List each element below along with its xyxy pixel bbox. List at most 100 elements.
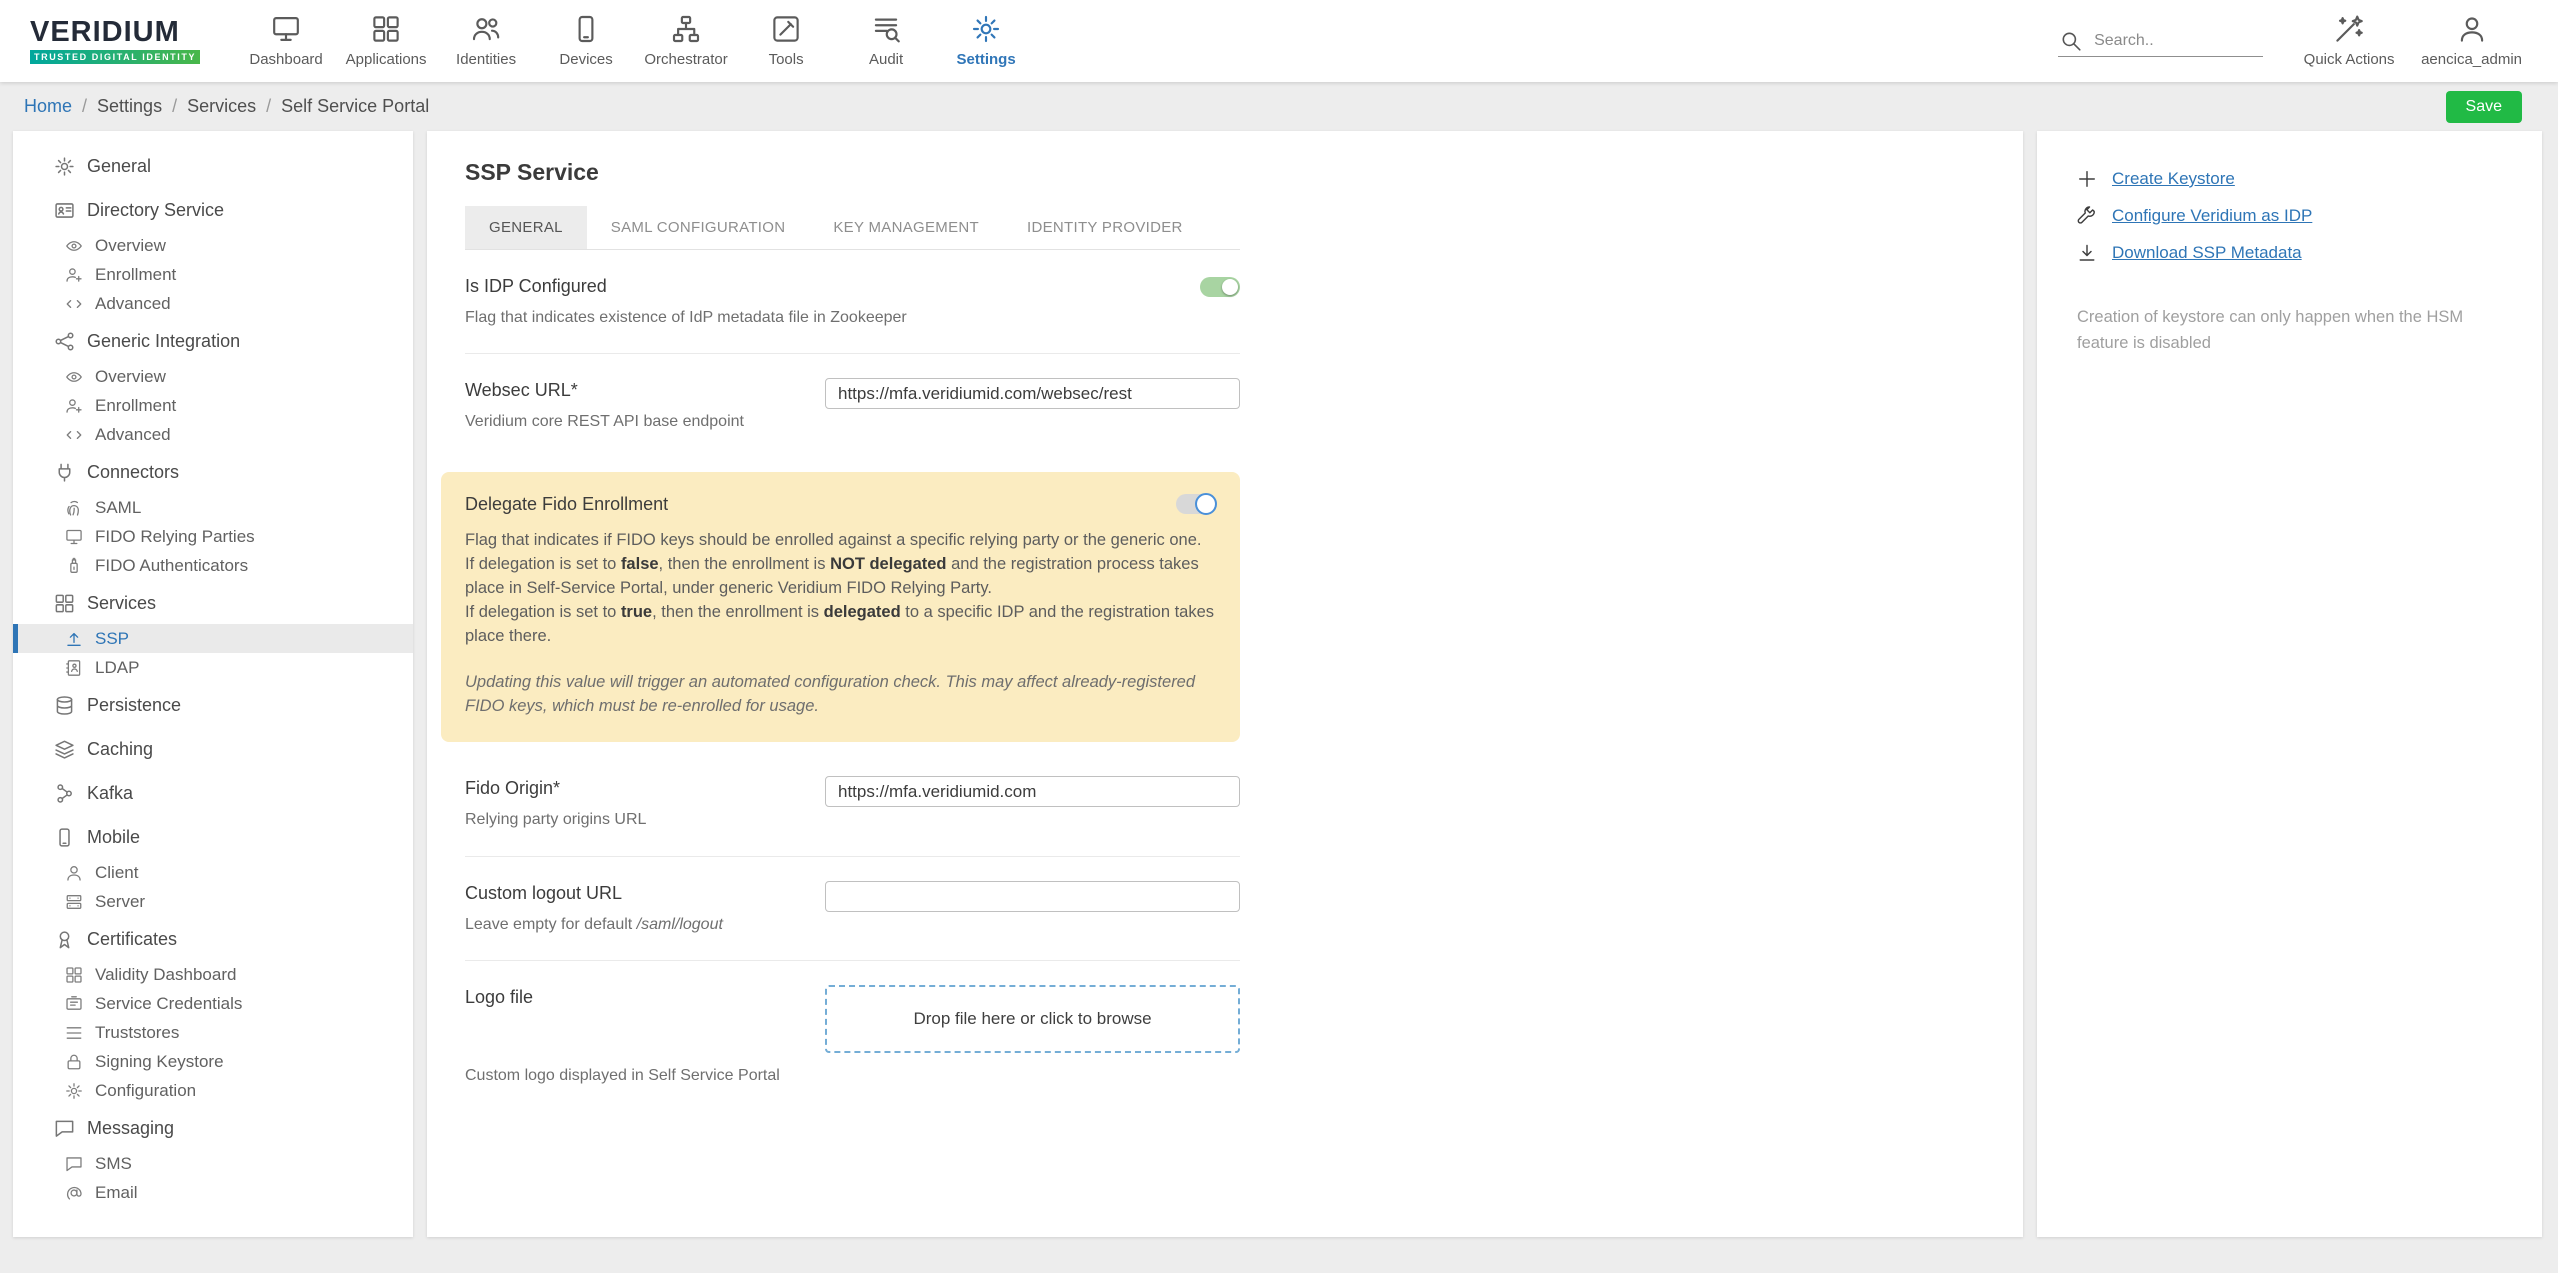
credentials-icon — [65, 995, 83, 1013]
sidebar-item-validity-dashboard[interactable]: Validity Dashboard — [13, 960, 413, 989]
download-icon — [2077, 243, 2097, 263]
server-icon — [65, 893, 83, 911]
user-menu[interactable]: aencica_admin — [2421, 0, 2522, 82]
search-input[interactable] — [2092, 31, 2247, 51]
breadcrumb-item-home[interactable]: Home — [24, 96, 72, 117]
nav-item-orchestrator[interactable]: Orchestrator — [636, 0, 736, 82]
sidebar-item-client[interactable]: Client — [13, 858, 413, 887]
field-is-idp-configured: Is IDP Configured Flag that indicates ex… — [465, 250, 1240, 354]
nav-item-identities[interactable]: Identities — [436, 0, 536, 82]
sidebar-header-caching[interactable]: Caching — [13, 728, 413, 770]
sidebar-header-general[interactable]: General — [13, 145, 413, 187]
custom-logout-label: Custom logout URL — [465, 883, 803, 904]
sidebar-item-advanced[interactable]: Advanced — [13, 289, 413, 318]
sidebar-header-generic-integration[interactable]: Generic Integration — [13, 320, 413, 362]
settings-icon — [971, 14, 1001, 44]
page-title: SSP Service — [465, 159, 1985, 186]
keystore-note: Creation of keystore can only happen whe… — [2077, 305, 2487, 356]
delegate-fido-label: Delegate Fido Enrollment — [465, 494, 668, 515]
sidebar-header-persistence[interactable]: Persistence — [13, 684, 413, 726]
breadcrumb-bar: Home/Settings/Services/Self Service Port… — [0, 82, 2558, 131]
logo-dropzone[interactable]: Drop file here or click to browse — [825, 985, 1240, 1053]
sidebar-item-saml[interactable]: SAML — [13, 493, 413, 522]
tab-key-management[interactable]: KEY MANAGEMENT — [809, 206, 1003, 249]
kafka-icon — [54, 783, 75, 804]
sidebar-group-services: ServicesSSPLDAP — [13, 582, 413, 682]
sidebar-item-sms[interactable]: SMS — [13, 1149, 413, 1178]
sidebar-header-directory-service[interactable]: Directory Service — [13, 189, 413, 231]
sidebar-item-service-credentials[interactable]: Service Credentials — [13, 989, 413, 1018]
sidebar-group-messaging: MessagingSMSEmail — [13, 1107, 413, 1207]
sidebar-item-fido-authenticators[interactable]: FIDO Authenticators — [13, 551, 413, 580]
breadcrumb-item-settings[interactable]: Settings — [97, 96, 162, 117]
upload-icon — [65, 630, 83, 648]
sidebar-item-overview[interactable]: Overview — [13, 362, 413, 391]
sidebar-group-caching: Caching — [13, 728, 413, 770]
field-fido-origin: Fido Origin* Relying party origins URL — [465, 752, 1240, 856]
sidebar-header-certificates[interactable]: Certificates — [13, 918, 413, 960]
sidebar-item-server[interactable]: Server — [13, 887, 413, 916]
sidebar-header-mobile[interactable]: Mobile — [13, 816, 413, 858]
fido-origin-description: Relying party origins URL — [465, 809, 803, 831]
sidebar-item-overview[interactable]: Overview — [13, 231, 413, 260]
plug-icon — [54, 462, 75, 483]
sidebar-header-connectors[interactable]: Connectors — [13, 451, 413, 493]
is-idp-configured-toggle[interactable] — [1200, 277, 1240, 297]
action-create-keystore[interactable]: Create Keystore — [2077, 169, 2502, 189]
nav-item-settings[interactable]: Settings — [936, 0, 1036, 82]
quick-actions-button[interactable]: Quick Actions — [2303, 0, 2395, 82]
save-button[interactable]: Save — [2446, 91, 2522, 123]
fido-origin-input[interactable] — [825, 776, 1240, 807]
sidebar-item-truststores[interactable]: Truststores — [13, 1018, 413, 1047]
magic-wand-icon — [2334, 14, 2364, 44]
sidebar-item-ldap[interactable]: LDAP — [13, 653, 413, 682]
tab-identity-provider[interactable]: IDENTITY PROVIDER — [1003, 206, 1207, 249]
sidebar-item-email[interactable]: Email — [13, 1178, 413, 1207]
tab-general[interactable]: GENERAL — [465, 206, 587, 249]
sidebar-item-advanced[interactable]: Advanced — [13, 420, 413, 449]
audit-icon — [871, 14, 901, 44]
sidebar-header-kafka[interactable]: Kafka — [13, 772, 413, 814]
field-custom-logout-url: Custom logout URL Leave empty for defaul… — [465, 857, 1240, 961]
custom-logout-description: Leave empty for default /saml/logout — [465, 914, 803, 936]
sidebar-group-general: General — [13, 145, 413, 187]
veridium-logo[interactable]: VERIDIUM TRUSTED DIGITAL IDENTITY — [30, 18, 200, 64]
right-panel-actions: Create Keystore Configure Veridium as IDP… — [2077, 169, 2502, 263]
code-icon — [65, 295, 83, 313]
sidebar-item-signing-keystore[interactable]: Signing Keystore — [13, 1047, 413, 1076]
sidebar-item-fido-relying-parties[interactable]: FIDO Relying Parties — [13, 522, 413, 551]
top-navbar: VERIDIUM TRUSTED DIGITAL IDENTITY Dashbo… — [0, 0, 2558, 82]
sidebar-item-enrollment[interactable]: Enrollment — [13, 391, 413, 420]
sidebar-group-certificates: CertificatesValidity DashboardService Cr… — [13, 918, 413, 1105]
breadcrumb-separator: / — [82, 96, 87, 117]
certificate-icon — [54, 929, 75, 950]
logo-file-label: Logo file — [465, 987, 803, 1008]
custom-logout-input[interactable] — [825, 881, 1240, 912]
tabs: GENERALSAML CONFIGURATIONKEY MANAGEMENTI… — [465, 206, 1240, 250]
usb-key-icon — [65, 557, 83, 575]
tab-saml-configuration[interactable]: SAML CONFIGURATION — [587, 206, 810, 249]
nav-item-applications[interactable]: Applications — [336, 0, 436, 82]
nav-item-devices[interactable]: Devices — [536, 0, 636, 82]
id-card-icon — [54, 200, 75, 221]
breadcrumb-item-services[interactable]: Services — [187, 96, 256, 117]
ssp-service-panel: SSP Service GENERALSAML CONFIGURATIONKEY… — [427, 131, 2023, 1237]
toggle-knob — [1195, 493, 1217, 515]
share-icon — [54, 331, 75, 352]
sidebar-item-ssp[interactable]: SSP — [13, 624, 413, 653]
logo-file-description: Custom logo displayed in Self Service Po… — [465, 1065, 1240, 1087]
action-download-ssp-metadata[interactable]: Download SSP Metadata — [2077, 243, 2502, 263]
websec-url-input[interactable] — [825, 378, 1240, 409]
sidebar-item-configuration[interactable]: Configuration — [13, 1076, 413, 1105]
nav-item-tools[interactable]: Tools — [736, 0, 836, 82]
action-configure-veridium-as-idp[interactable]: Configure Veridium as IDP — [2077, 206, 2502, 226]
navbar-right: Quick Actions aencica_admin — [2058, 0, 2522, 82]
sidebar-header-services[interactable]: Services — [13, 582, 413, 624]
delegate-fido-toggle[interactable] — [1176, 494, 1216, 514]
sidebar-header-messaging[interactable]: Messaging — [13, 1107, 413, 1149]
sidebar-item-enrollment[interactable]: Enrollment — [13, 260, 413, 289]
nav-item-audit[interactable]: Audit — [836, 0, 936, 82]
nav-item-dashboard[interactable]: Dashboard — [236, 0, 336, 82]
address-book-icon — [65, 659, 83, 677]
sidebar-group-directory-service: Directory ServiceOverviewEnrollmentAdvan… — [13, 189, 413, 318]
